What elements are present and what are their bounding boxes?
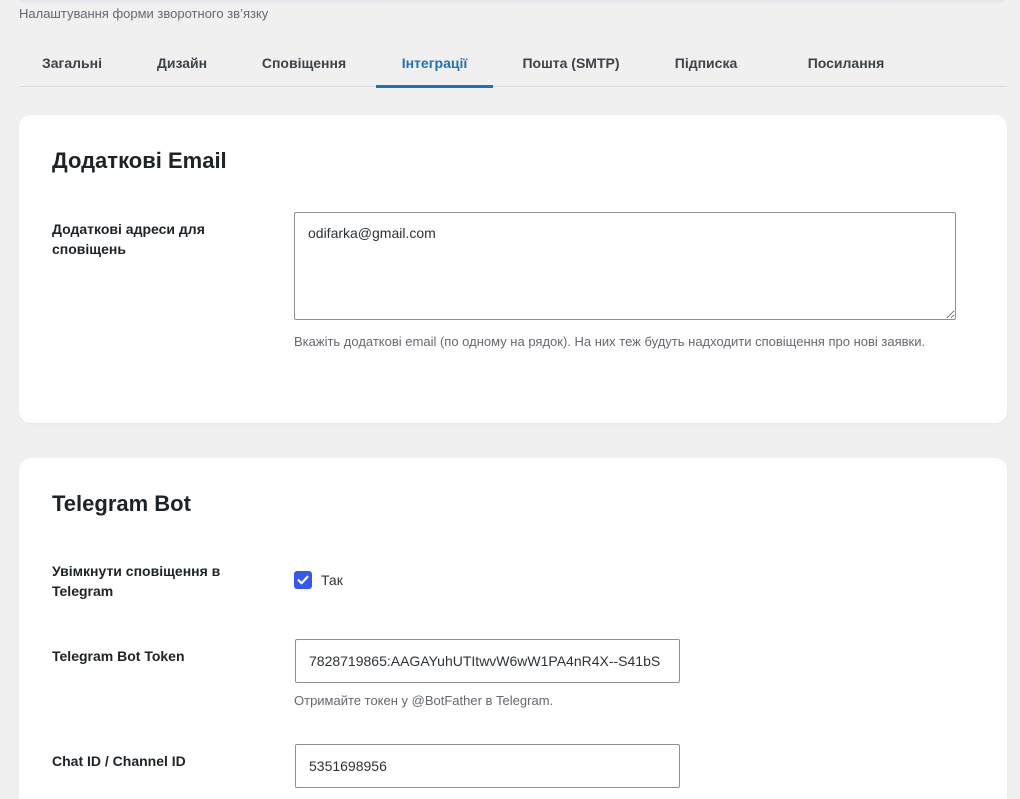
tab-subscription[interactable]: Підписка [645, 38, 767, 87]
extra-addresses-label: Додаткові адреси для сповіщень [52, 221, 205, 257]
telegram-token-input[interactable] [295, 639, 680, 683]
telegram-chat-label: Chat ID / Channel ID [52, 753, 186, 769]
telegram-chat-input[interactable] [295, 744, 680, 788]
telegram-enable-checkbox-label: Так [321, 572, 343, 588]
settings-page: Налаштування форми зворотного зв’язку За… [0, 0, 1020, 799]
telegram-enable-checkbox[interactable] [294, 571, 312, 589]
checkmark-icon [297, 575, 309, 585]
page-subtitle: Налаштування форми зворотного зв’язку [19, 6, 269, 21]
tab-links[interactable]: Посилання [777, 38, 915, 87]
extra-addresses-help: Вкажіть додаткові email (по одному на ря… [294, 334, 926, 349]
tab-design[interactable]: Дизайн [138, 38, 226, 87]
telegram-enable-row[interactable]: Так [294, 571, 343, 589]
tab-notifications[interactable]: Сповіщення [241, 38, 367, 87]
telegram-enable-label: Увімкнути сповіщення в Telegram [52, 563, 221, 599]
tab-integrations[interactable]: Інтеграції [376, 38, 493, 88]
telegram-token-label: Telegram Bot Token [52, 648, 185, 664]
tab-general[interactable]: Загальні [19, 38, 125, 87]
extra-email-title: Додаткові Email [52, 148, 227, 173]
tab-smtp[interactable]: Пошта (SMTP) [506, 38, 636, 87]
telegram-title: Telegram Bot [52, 491, 191, 516]
settings-tabs: Загальні Дизайн Сповіщення Інтеграції По… [19, 38, 1007, 88]
telegram-card: Telegram Bot Увімкнути сповіщення в Tele… [19, 458, 1007, 799]
telegram-token-help: Отримайте токен у @BotFather в Telegram. [294, 693, 554, 708]
top-bar-shadow [20, 0, 1005, 4]
extra-email-card: Додаткові Email Додаткові адреси для спо… [19, 115, 1007, 423]
extra-addresses-textarea[interactable]: odifarka@gmail.com [294, 212, 956, 320]
